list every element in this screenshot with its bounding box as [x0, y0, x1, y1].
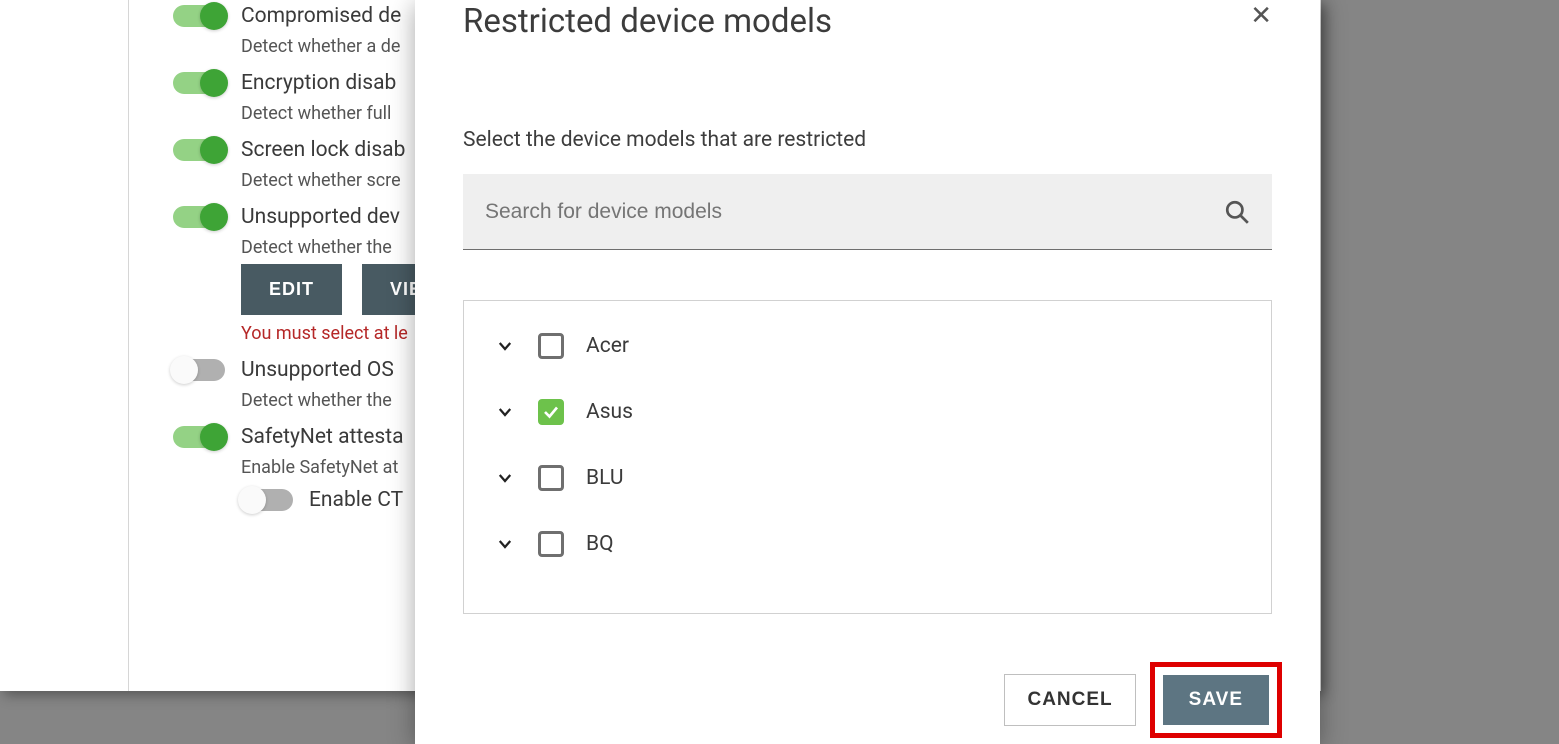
toggle-safetynet[interactable] — [173, 426, 225, 448]
list-item-label: Asus — [586, 400, 633, 424]
chevron-down-icon[interactable] — [494, 335, 516, 357]
list-item: Acer — [464, 313, 1271, 379]
setting-title: Compromised de — [241, 4, 401, 28]
list-item-label: Acer — [586, 334, 629, 358]
chevron-down-icon[interactable] — [494, 401, 516, 423]
dialog-title: Restricted device models — [463, 0, 832, 44]
chevron-down-icon[interactable] — [494, 467, 516, 489]
list-item-label: BLU — [586, 466, 623, 490]
close-icon[interactable]: ✕ — [1250, 4, 1272, 28]
checkbox-asus[interactable] — [538, 399, 564, 425]
list-item: BLU — [464, 445, 1271, 511]
setting-title: Enable CT — [309, 488, 403, 512]
search-input[interactable] — [485, 200, 1224, 224]
edit-button[interactable]: EDIT — [241, 264, 342, 315]
search-box — [463, 174, 1272, 250]
setting-compromised: Compromised de Detect whether a de — [173, 4, 450, 57]
toggle-encryption[interactable] — [173, 72, 225, 94]
list-item: Asus — [464, 379, 1271, 445]
chevron-down-icon[interactable] — [494, 533, 516, 555]
setting-title: Encryption disab — [241, 71, 396, 95]
setting-screenlock: Screen lock disab Detect whether scre — [173, 138, 450, 191]
setting-title: Screen lock disab — [241, 138, 405, 162]
device-models-list[interactable]: Acer Asus BLU — [463, 300, 1272, 614]
checkbox-bq[interactable] — [538, 531, 564, 557]
cancel-button[interactable]: CANCEL — [1004, 674, 1135, 726]
list-item-label: BQ — [586, 532, 614, 556]
setting-safetynet: SafetyNet attesta Enable SafetyNet at En… — [173, 425, 450, 512]
save-button[interactable]: SAVE — [1163, 675, 1269, 725]
setting-encryption: Encryption disab Detect whether full — [173, 71, 450, 124]
toggle-compromised[interactable] — [173, 5, 225, 27]
list-item: BQ — [464, 511, 1271, 577]
setting-title: SafetyNet attesta — [241, 425, 404, 449]
restricted-device-models-dialog: Restricted device models ✕ Select the de… — [415, 0, 1320, 744]
toggle-unsupported-device[interactable] — [173, 206, 225, 228]
search-icon — [1224, 199, 1250, 225]
toggle-unsupported-os[interactable] — [173, 359, 225, 381]
dialog-subtitle: Select the device models that are restri… — [463, 128, 1272, 152]
setting-unsupported-device: Unsupported dev Detect whether the EDIT … — [173, 205, 450, 344]
setting-title: Unsupported dev — [241, 205, 400, 229]
checkbox-blu[interactable] — [538, 465, 564, 491]
setting-title: Unsupported OS — [241, 358, 394, 382]
setting-unsupported-os: Unsupported OS Detect whether the — [173, 358, 450, 411]
toggle-enable-cts[interactable] — [241, 489, 293, 511]
save-button-highlight: SAVE — [1150, 662, 1282, 738]
checkbox-acer[interactable] — [538, 333, 564, 359]
dialog-header: Restricted device models ✕ — [463, 0, 1272, 44]
settings-list: Compromised de Detect whether a de Encry… — [128, 0, 450, 691]
toggle-screenlock[interactable] — [173, 139, 225, 161]
dialog-footer: CANCEL SAVE — [1004, 662, 1282, 738]
